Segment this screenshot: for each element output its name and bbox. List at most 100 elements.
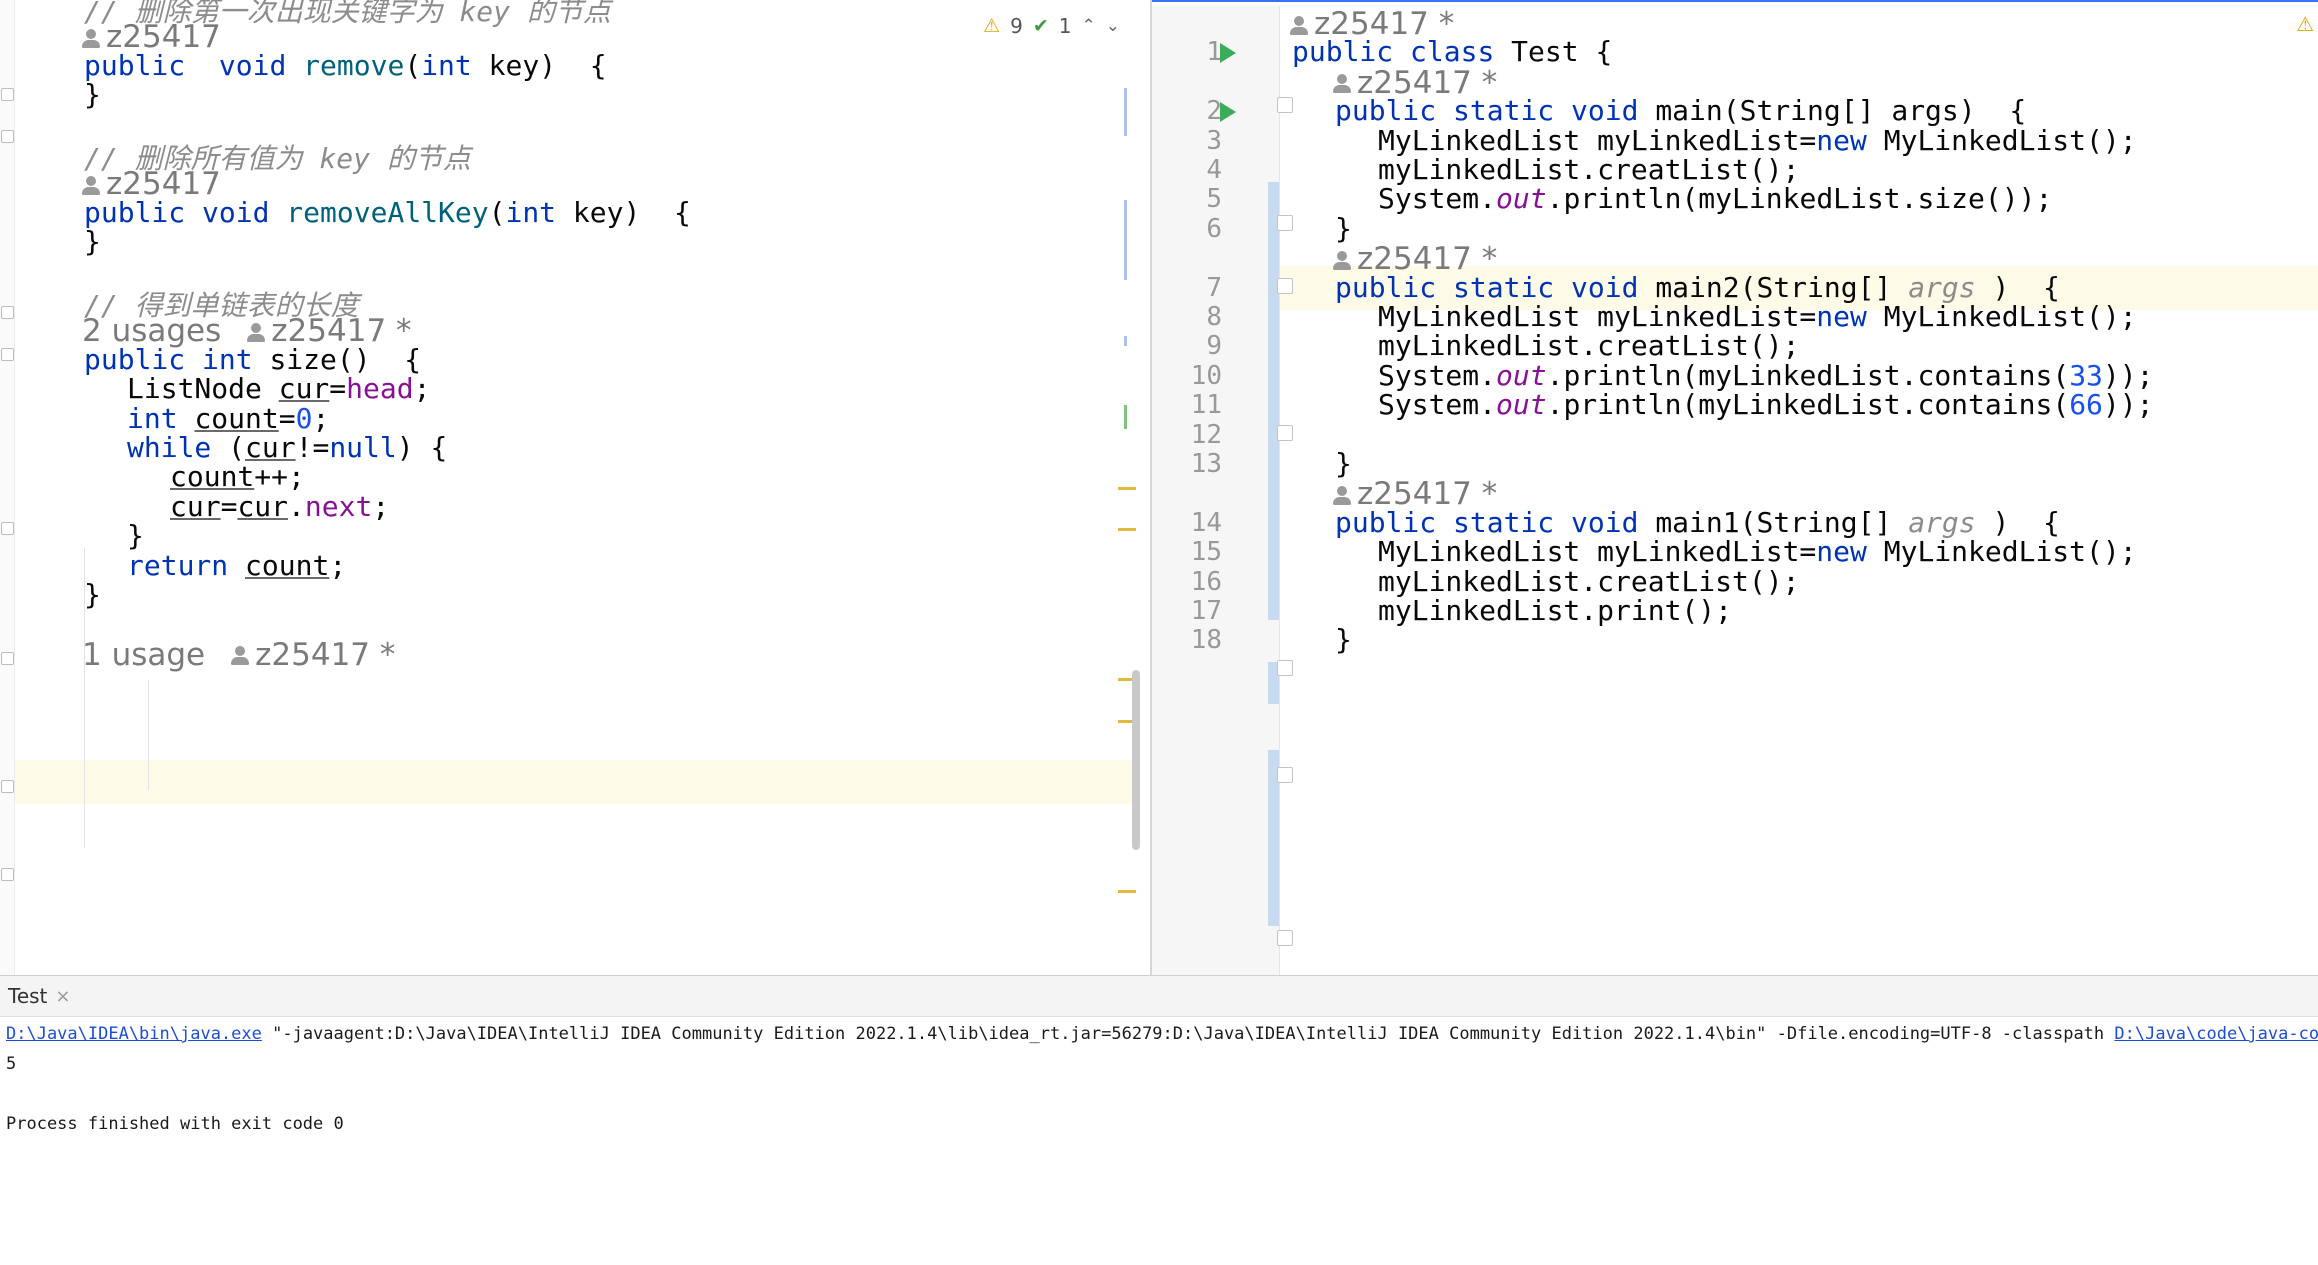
tab-run-test[interactable]: Test × — [8, 984, 70, 1008]
code-token: public — [84, 342, 186, 376]
author-icon — [247, 322, 266, 343]
code-token: while — [127, 431, 212, 464]
code-token: myLinkedList.print(); — [1378, 594, 1733, 627]
classpath-link[interactable]: D:\Java\code\java-code\Li — [2114, 1024, 2318, 1044]
fold-toggle[interactable] — [1277, 660, 1293, 676]
code-token: null — [329, 431, 397, 464]
code-token: MyLinkedList(); — [1866, 300, 2137, 333]
code-token: head — [346, 372, 414, 406]
fold-toggle[interactable] — [1277, 97, 1293, 113]
fold-toggle[interactable] — [1277, 278, 1293, 294]
code-line: MyLinkedList myLinkedList=new MyLinkedLi… — [1378, 124, 2137, 157]
warning-mark[interactable] — [1118, 528, 1136, 531]
warning-mark[interactable] — [1118, 487, 1136, 490]
code-token: ( — [404, 48, 422, 82]
run-icon[interactable] — [1220, 43, 1236, 64]
code-line: } — [127, 519, 144, 552]
run-icon[interactable] — [1220, 102, 1236, 123]
code-token: out — [1496, 358, 1547, 392]
line-number[interactable]: 17 — [1152, 596, 1222, 626]
fold-toggle[interactable] — [1277, 930, 1293, 946]
code-token: int — [202, 342, 253, 376]
fold-toggle[interactable] — [1, 306, 14, 319]
fold-toggle[interactable] — [1277, 425, 1293, 441]
code-token: main1(String[] — [1638, 505, 1909, 539]
line-number[interactable]: 10 — [1152, 361, 1222, 391]
code-token: out — [1496, 182, 1547, 216]
left-editor-pane[interactable]: // 删除第一次出现关键字为 key 的节点 z25417 public void … — [0, 0, 1150, 975]
code-line: } — [84, 78, 101, 111]
fold-toggle[interactable] — [1, 780, 14, 793]
change-mark[interactable] — [1124, 336, 1127, 346]
code-line: } — [84, 225, 101, 258]
author-hint[interactable]: z25417 * — [255, 637, 395, 673]
code-token: static — [1453, 505, 1555, 539]
line-number[interactable]: 16 — [1152, 567, 1222, 597]
fold-toggle[interactable] — [1, 868, 14, 881]
code-token: myLinkedList.creatList(); — [1378, 153, 1800, 186]
line-number[interactable]: 12 — [1152, 420, 1222, 450]
line-number[interactable]: 1 — [1152, 37, 1222, 67]
line-number[interactable]: 9 — [1152, 331, 1222, 361]
run-tool-window[interactable]: Test × D:\Java\IDEA\bin\java.exe "-javaa… — [0, 975, 2318, 1265]
line-number[interactable]: 2 — [1152, 96, 1222, 126]
code-token: void — [218, 48, 287, 82]
code-token: cur — [245, 431, 296, 464]
close-icon[interactable]: × — [55, 986, 70, 1007]
warning-icon[interactable]: ⚠ — [2296, 12, 2314, 36]
code-token: System. — [1378, 182, 1497, 216]
change-mark[interactable] — [1124, 88, 1127, 136]
fold-toggle[interactable] — [1, 130, 14, 143]
code-token: args — [1908, 505, 1976, 539]
line-number[interactable]: 8 — [1152, 302, 1222, 332]
line-number[interactable]: 5 — [1152, 184, 1222, 214]
code-token: )); — [2102, 358, 2154, 392]
code-line: public void remove(int key) { — [84, 49, 607, 82]
fold-toggle[interactable] — [1, 522, 14, 535]
code-token: 66 — [2069, 388, 2103, 422]
code-token: .println(myLinkedList.contains( — [1546, 358, 2070, 392]
line-number[interactable]: 7 — [1152, 273, 1222, 303]
code-token: } — [84, 578, 101, 611]
line-number[interactable]: 14 — [1152, 508, 1222, 538]
left-code-area[interactable]: // 删除第一次出现关键字为 key 的节点 z25417 public void … — [82, 0, 1150, 975]
warning-mark[interactable] — [1118, 890, 1136, 893]
code-line: while (cur!=null) { — [127, 431, 447, 464]
fold-toggle[interactable] — [1, 88, 14, 101]
previous-highlight-icon[interactable]: ⌃ — [1082, 16, 1096, 36]
code-token: ; — [413, 372, 431, 406]
inspection-widget[interactable]: ⚠ 9 ✔ 1 ⌃ ⌄ — [983, 14, 1120, 38]
code-token: . — [288, 489, 305, 523]
code-token: 33 — [2069, 358, 2103, 392]
line-number[interactable]: 11 — [1152, 390, 1222, 420]
change-mark[interactable] — [1124, 200, 1127, 280]
vertical-scrollbar[interactable] — [1132, 670, 1140, 850]
line-number[interactable]: 3 — [1152, 126, 1222, 156]
code-token: MyLinkedList(); — [1866, 535, 2137, 569]
code-token: removeAllKey — [269, 195, 489, 229]
author-icon — [82, 175, 100, 196]
line-number[interactable]: 13 — [1152, 449, 1222, 479]
fold-toggle[interactable] — [1277, 767, 1293, 783]
code-token: ( — [488, 195, 506, 229]
fold-toggle[interactable] — [1, 348, 14, 361]
line-number[interactable]: 15 — [1152, 537, 1222, 567]
fold-toggle[interactable] — [1277, 215, 1293, 231]
code-token: int — [505, 195, 557, 229]
code-line: System.out.println(myLinkedList.contains… — [1378, 359, 2153, 392]
change-mark[interactable] — [1124, 405, 1127, 429]
code-token: static — [1453, 94, 1555, 128]
error-stripe[interactable] — [1118, 0, 1140, 975]
line-number[interactable]: 4 — [1152, 155, 1222, 185]
java-exe-link[interactable]: D:\Java\IDEA\bin\java.exe — [6, 1024, 262, 1044]
line-number[interactable]: 18 — [1152, 625, 1222, 655]
right-editor-pane[interactable]: 1 2 3 4 5 6 7 8 9 10 11 12 13 14 15 16 17 18 z25417 * publ… — [1152, 0, 2318, 975]
right-code-area[interactable]: z25417 * public class Test {z25417 * publi… — [1290, 0, 2318, 975]
fold-toggle[interactable] — [1, 652, 14, 665]
line-number[interactable]: 6 — [1152, 214, 1222, 244]
usages-hint[interactable]: 1 usage — [82, 637, 205, 673]
